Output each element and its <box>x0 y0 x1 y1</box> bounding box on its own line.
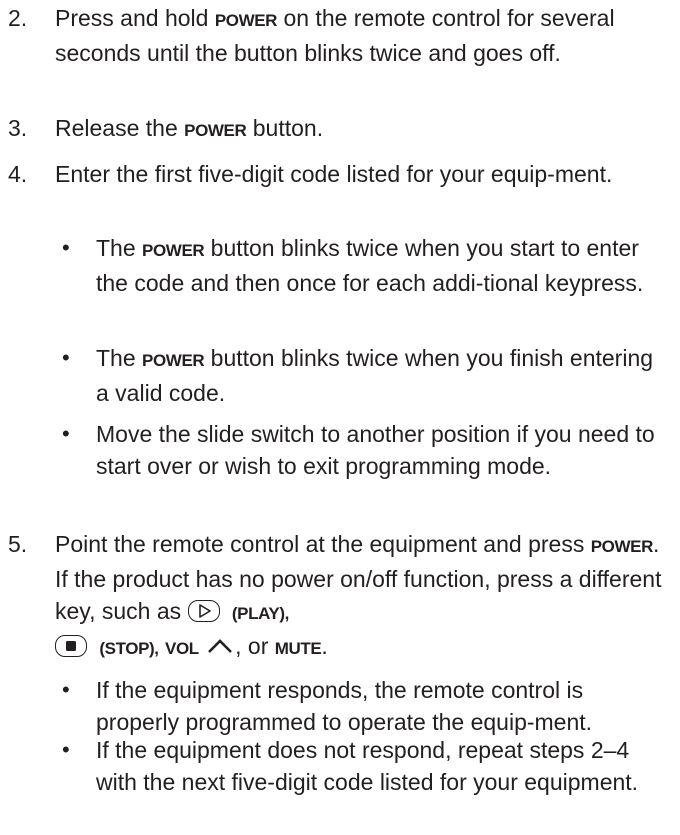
bullet-dot: • <box>62 421 70 446</box>
bullet-text: If the equipment responds, the remote co… <box>96 677 593 735</box>
power-key-label: POWER <box>142 241 205 260</box>
play-key-label: (PLAY), <box>231 604 289 623</box>
bullet-dot: • <box>62 677 70 702</box>
play-button-icon <box>187 600 220 622</box>
instruction-page: 2. Press and hold POWER on the remote co… <box>0 0 680 835</box>
step-number: 4. <box>8 161 28 187</box>
mute-key-label: MUTE <box>274 639 322 658</box>
step-text: Enter the first five-digit code listed f… <box>55 161 613 187</box>
bullet-dot: • <box>62 737 70 762</box>
power-key-label: POWER <box>184 121 247 140</box>
step-text: Press and hold POWER on the remote contr… <box>55 5 615 66</box>
vol-key-label: VOL <box>165 639 199 658</box>
bullet-text: If the equipment does not respond, repea… <box>96 737 639 795</box>
bullet-text: Move the slide switch to another positio… <box>96 421 655 479</box>
caret-up-icon <box>208 639 233 653</box>
bullet-text: The POWER button blinks twice when you f… <box>96 345 654 406</box>
step-number: 5. <box>8 531 28 557</box>
stop-button-icon <box>55 635 87 657</box>
power-key-label: POWER <box>590 537 654 556</box>
bullet-text: The POWER button blinks twice when you s… <box>96 235 644 296</box>
bullet-dot: • <box>62 345 70 370</box>
step-number: 3. <box>8 115 28 141</box>
bullet-dot: • <box>62 235 70 260</box>
step-text: Point the remote control at the equipmen… <box>55 531 662 659</box>
step-text: Release the POWER button. <box>55 115 324 141</box>
power-key-label: POWER <box>142 351 205 370</box>
stop-key-label: (STOP), <box>99 639 159 658</box>
power-key-label: POWER <box>214 11 278 30</box>
step-number: 2. <box>8 5 28 31</box>
